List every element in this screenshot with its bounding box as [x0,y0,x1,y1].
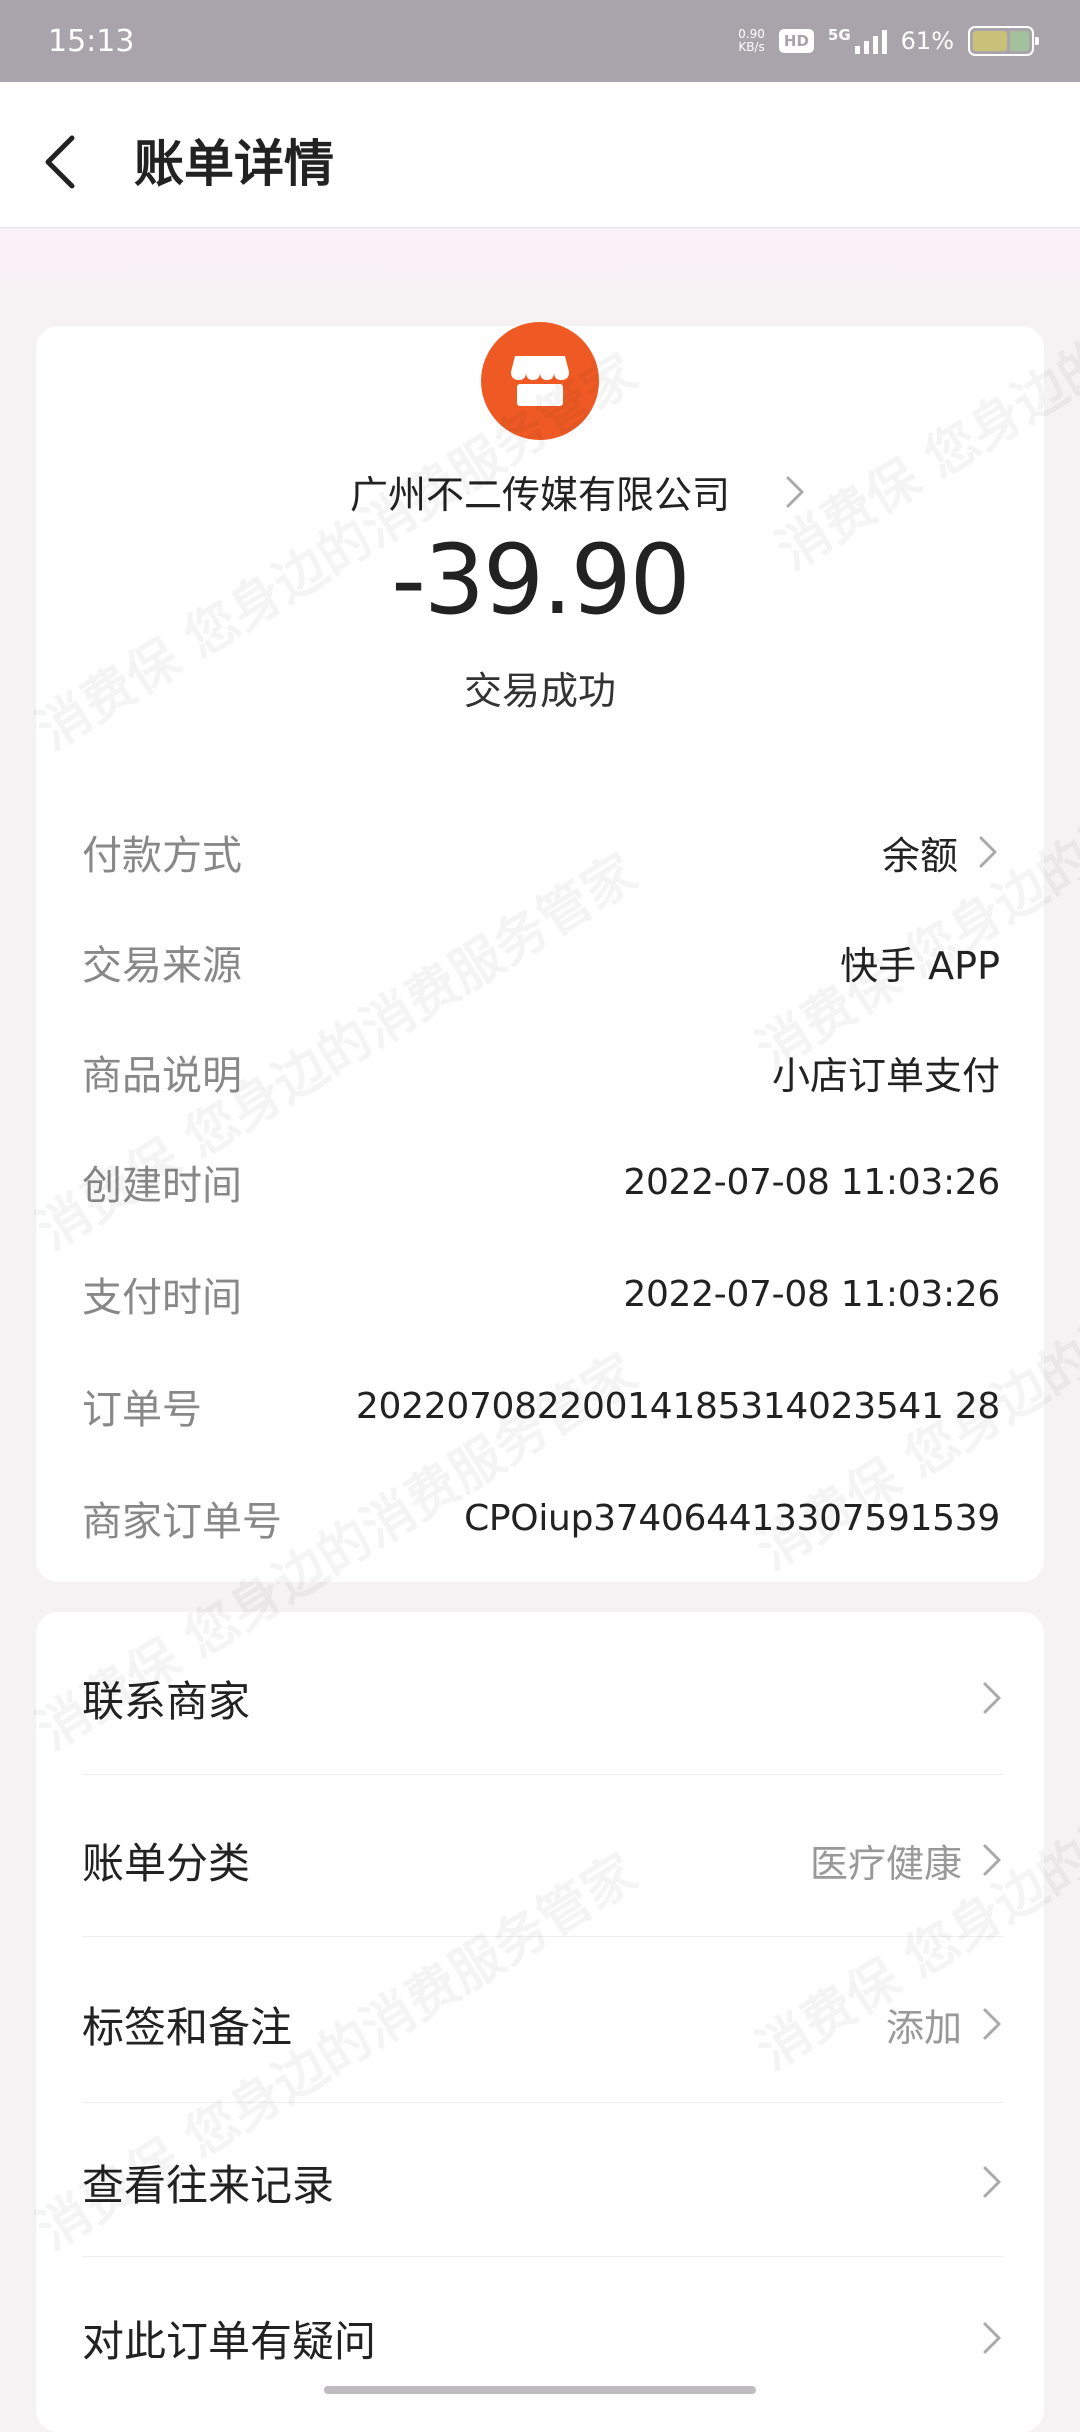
action-right: 添加 [886,1997,1004,2052]
divider [82,2102,1004,2103]
action-right [980,1678,1004,1718]
detail-value: 2022-07-08 11:03:26 [623,1273,1000,1315]
detail-source: 交易来源 快手 APP [82,932,1000,992]
chevron-right-icon [983,2008,1001,2040]
detail-value: 余额 [881,833,958,878]
net-speed: 0.90 KB/s [738,28,765,54]
bill-category-row[interactable]: 账单分类 医疗健康 [82,1820,1004,1900]
action-label: 标签和备注 [82,2002,293,2052]
detail-value: 小店订单支付 [771,1053,1000,1098]
chevron-right-icon [983,2322,1001,2354]
tags-notes-row[interactable]: 标签和备注 添加 [82,1984,1004,2064]
signal-icon: 5G [828,28,887,54]
divider [82,1774,1004,1775]
status-icons: 0.90 KB/s HD 5G 61% [738,26,1039,56]
back-button[interactable] [40,118,104,198]
detail-value: CPOiup374064413307591539 [464,1497,1000,1539]
detail-label: 商品说明 [82,1053,242,1099]
detail-description: 商品说明 小店订单支付 [82,1042,1000,1102]
app-header: 账单详情 [0,82,1080,228]
detail-payment-method[interactable]: 付款方式 余额 [82,822,1000,882]
action-value: 医疗健康 [809,1841,962,1886]
detail-label: 商家订单号 [82,1499,282,1545]
status-bar: 15:13 0.90 KB/s HD 5G 61% [0,0,1080,82]
action-right: 医疗健康 [810,1833,1004,1888]
detail-order-number[interactable]: 订单号 20220708220014185314023541 28 [82,1376,1000,1436]
transaction-status: 交易成功 [463,669,616,713]
page-title: 账单详情 [134,135,334,193]
merchant-logo [481,322,599,440]
action-label: 查看往来记录 [82,2160,335,2210]
detail-paid-time: 支付时间 2022-07-08 11:03:26 [82,1264,1000,1324]
merchant-name: 广州不二传媒有限公司 [349,473,730,517]
store-icon [511,356,569,406]
actions-card: 联系商家 账单分类 医疗健康 标签和备注 添加 查看往来记录 对此订单有疑问 [36,1612,1044,2432]
net-speed-unit: KB/s [738,40,765,54]
transaction-card: 广州不二传媒有限公司 -39.90 交易成功 付款方式 余额 交易来源 快手 A… [36,322,1044,1582]
detail-label: 付款方式 [82,833,242,879]
status-time: 15:13 [48,23,135,59]
history-row[interactable]: 查看往来记录 [82,2142,1004,2222]
detail-value: 20220708220014185314023541 28 [355,1385,1000,1427]
merchant-link[interactable]: 广州不二传媒有限公司 [36,464,1044,524]
detail-label: 订单号 [82,1387,202,1433]
battery-percent: 61% [900,27,954,55]
order-question-row[interactable]: 对此订单有疑问 [82,2298,1004,2378]
hd-icon: HD [778,29,814,53]
action-label: 账单分类 [82,1838,251,1888]
battery-icon [968,26,1039,56]
detail-label: 支付时间 [82,1275,242,1321]
network-type: 5G [827,26,851,44]
action-right [980,2318,1004,2358]
action-label: 对此订单有疑问 [82,2316,377,2366]
divider [82,2256,1004,2257]
detail-merchant-order-number[interactable]: 商家订单号 CPOiup374064413307591539 [82,1488,1000,1548]
chevron-right-icon [983,1844,1001,1876]
contact-merchant-row[interactable]: 联系商家 [82,1658,1004,1738]
chevron-right-icon [983,1682,1001,1714]
divider [82,1936,1004,1937]
detail-value-wrap: 余额 [882,825,1000,880]
detail-value: 快手 APP [840,943,1000,988]
chevron-right-icon [979,836,997,868]
detail-value: 2022-07-08 11:03:26 [623,1161,1000,1203]
home-indicator[interactable] [324,2386,756,2394]
action-right [980,2162,1004,2202]
action-value: 添加 [885,2005,962,2050]
chevron-right-icon [983,2166,1001,2198]
action-label: 联系商家 [82,1676,251,1726]
transaction-amount: -39.90 [391,524,690,636]
chevron-left-icon [45,135,75,189]
detail-label: 交易来源 [82,943,242,989]
chevron-right-icon [786,476,804,508]
detail-label: 创建时间 [82,1163,242,1209]
detail-created-time: 创建时间 2022-07-08 11:03:26 [82,1152,1000,1212]
